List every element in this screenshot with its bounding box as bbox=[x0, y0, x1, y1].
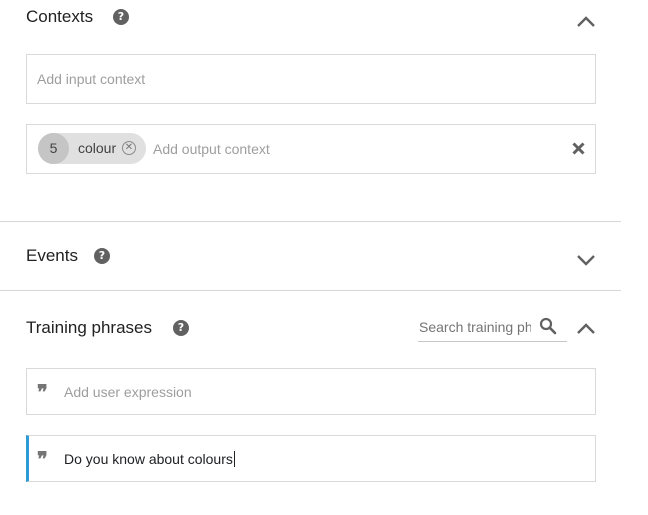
training-phrases-title: Training phrases bbox=[26, 318, 152, 337]
chevron-down-icon[interactable] bbox=[575, 253, 597, 267]
remove-chip-icon[interactable]: ✕ bbox=[122, 141, 136, 155]
add-user-expression-placeholder: Add user expression bbox=[64, 384, 192, 400]
input-context-placeholder: Add input context bbox=[37, 71, 146, 87]
search-input[interactable] bbox=[419, 319, 531, 335]
help-icon[interactable]: ? bbox=[113, 9, 129, 25]
close-icon[interactable] bbox=[572, 142, 585, 155]
contexts-title: Contexts bbox=[26, 7, 94, 26]
output-context-field[interactable]: 5 colour ✕ Add output context bbox=[26, 124, 596, 174]
search-training-phrases[interactable] bbox=[418, 314, 567, 342]
section-divider bbox=[0, 221, 621, 222]
quote-icon: ❞ bbox=[37, 447, 48, 471]
context-lifespan[interactable]: 5 bbox=[38, 133, 69, 164]
section-divider bbox=[0, 290, 621, 291]
events-title: Events bbox=[26, 246, 78, 265]
help-icon[interactable]: ? bbox=[173, 320, 189, 336]
search-icon[interactable] bbox=[539, 317, 557, 335]
add-user-expression-field[interactable]: ❞ Add user expression bbox=[26, 368, 596, 415]
chevron-up-icon[interactable] bbox=[575, 322, 597, 336]
quote-icon: ❞ bbox=[37, 380, 48, 404]
output-context-chip[interactable]: 5 colour ✕ bbox=[38, 133, 146, 164]
output-context-placeholder: Add output context bbox=[153, 141, 270, 157]
chevron-up-icon[interactable] bbox=[575, 15, 597, 29]
training-phrase-row[interactable]: ❞ Do you know about colours bbox=[26, 435, 596, 482]
training-phrase-text[interactable]: Do you know about colours bbox=[64, 451, 235, 467]
input-context-field[interactable]: Add input context bbox=[26, 54, 596, 104]
context-name: colour bbox=[78, 140, 117, 156]
help-icon[interactable]: ? bbox=[94, 248, 110, 264]
